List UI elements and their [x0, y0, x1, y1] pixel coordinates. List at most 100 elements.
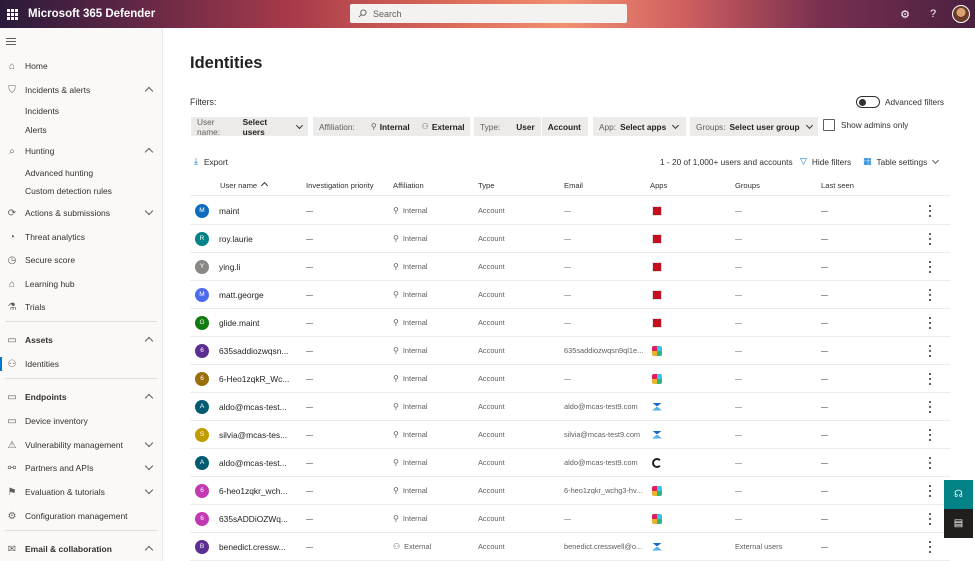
column-header-apps[interactable]: Apps [650, 181, 667, 190]
settings-button[interactable]: ⚙ [891, 0, 919, 28]
nav-section-endpoints[interactable]: ▭ Endpoints [0, 387, 162, 407]
username-link[interactable]: ying.li [219, 262, 240, 272]
table-row[interactable]: Rroy.laurie — ⚲ Internal Account — — — [190, 225, 950, 253]
hr-app-icon[interactable] [652, 542, 662, 552]
nav-configuration-management[interactable]: ⚙ Configuration management [0, 506, 162, 526]
account-button[interactable] [947, 0, 975, 28]
table-settings-button[interactable]: ▦ Table settings [863, 156, 940, 167]
table-row[interactable]: Bbenedict.cressw... — ⚇ External Account bene… [190, 533, 950, 561]
nav-identities[interactable]: ⚇ Identities [0, 354, 162, 374]
more-actions-button[interactable] [929, 485, 932, 497]
more-actions-button[interactable] [929, 317, 932, 329]
column-header-groups[interactable]: Groups [735, 181, 760, 190]
username-link[interactable]: roy.laurie [219, 234, 253, 244]
hr-app-icon[interactable] [652, 430, 662, 440]
hr-app-icon[interactable] [652, 402, 662, 412]
hide-filters-button[interactable]: ▽ Hide filters [800, 156, 851, 167]
username-link[interactable]: 635saddiozwqsn... [219, 346, 288, 356]
username-link[interactable]: aldo@mcas-test... [219, 458, 287, 468]
nav-partners-apis[interactable]: ⚯ Partners and APIs [0, 458, 162, 478]
nav-email-collaboration[interactable]: ✉ Email & collaboration [0, 539, 162, 559]
nav-section-assets[interactable]: ▭ Assets [0, 330, 162, 350]
table-row[interactable]: 6 635saddiozwqsn... — ⚲ Internal Account 635sa… [190, 337, 950, 365]
nav-device-inventory[interactable]: ▭ Device inventory [0, 411, 162, 431]
username-link[interactable]: maint [219, 206, 239, 216]
more-actions-button[interactable] [929, 289, 932, 301]
more-actions-button[interactable] [929, 205, 932, 217]
username-link[interactable]: matt.george [219, 290, 264, 300]
nav-learning-hub[interactable]: ⌂ Learning hub [0, 274, 162, 294]
column-header-investigation-priority[interactable]: Investigation priority [306, 181, 374, 190]
column-header-last-seen[interactable]: Last seen [821, 181, 854, 190]
username-link[interactable]: benedict.cressw... [219, 542, 286, 552]
nav-threat-analytics[interactable]: ◔ Threat analytics [0, 227, 162, 247]
username-link[interactable]: 6-heo1zqkr_wch... [219, 486, 287, 496]
more-actions-button[interactable] [929, 401, 932, 413]
app-red-icon[interactable] [652, 289, 662, 300]
column-header-username[interactable]: User name [220, 181, 267, 190]
more-actions-button[interactable] [929, 513, 932, 525]
username-link[interactable]: aldo@mcas-test... [219, 402, 287, 412]
slack-icon[interactable] [652, 373, 662, 384]
checkbox[interactable] [823, 119, 835, 131]
more-actions-button[interactable] [929, 373, 932, 385]
nav-custom-detection-rules[interactable]: Custom detection rules [0, 181, 162, 201]
table-row[interactable]: Mmatt.george — ⚲ Internal Account — — — [190, 281, 950, 309]
username-filter[interactable]: User name: Select users [191, 117, 308, 137]
nav-home[interactable]: ⌂ Home [0, 56, 162, 76]
nav-secure-score[interactable]: ◷ Secure score [0, 250, 162, 270]
nav-incidents-alerts[interactable]: ⛉ Incidents & alerts [0, 80, 162, 100]
nav-collapse-button[interactable] [0, 28, 162, 54]
app-red-icon[interactable] [652, 317, 662, 328]
username-link[interactable]: 6-Heo1zqkR_Wc... [219, 374, 289, 384]
nav-trials[interactable]: ⚗ Trials [0, 297, 162, 317]
export-button[interactable]: ⤓ Export [194, 156, 228, 167]
show-admins-checkbox[interactable]: Show admins only [823, 119, 908, 131]
nav-vulnerability-management[interactable]: ⚠ Vulnerability management [0, 435, 162, 455]
app-red-icon[interactable] [652, 233, 662, 244]
nav-incidents[interactable]: Incidents [0, 101, 162, 121]
nav-evaluation-tutorials[interactable]: ⚑ Evaluation & tutorials [0, 482, 162, 502]
app-red-icon[interactable] [652, 205, 662, 216]
app-filter[interactable]: App: Select apps [593, 117, 686, 136]
nav-advanced-hunting[interactable]: Advanced hunting [0, 163, 162, 183]
more-actions-button[interactable] [929, 261, 932, 273]
table-row[interactable]: Aaldo@mcas-test... — ⚲ Internal Account aldo@… [190, 449, 950, 477]
search-input[interactable]: Search [350, 4, 627, 23]
column-header-email[interactable]: Email [564, 181, 583, 190]
chat-button[interactable]: ▤ [944, 509, 973, 538]
nav-hunting[interactable]: ⌕ Hunting [0, 141, 162, 161]
groups-filter[interactable]: Groups: Select user group [690, 117, 818, 136]
table-row[interactable]: Yying.li — ⚲ Internal Account — — — [190, 253, 950, 281]
table-row[interactable]: 6 6-Heo1zqkR_Wc... — ⚲ Internal Account — — — [190, 365, 950, 393]
app-red-icon[interactable] [652, 261, 662, 272]
nav-alerts[interactable]: Alerts [0, 120, 162, 140]
more-actions-button[interactable] [929, 233, 932, 245]
slack-icon[interactable] [652, 485, 662, 496]
username-link[interactable]: 635sADDiOZWq... [219, 514, 288, 524]
more-actions-button[interactable] [929, 345, 932, 357]
more-actions-button[interactable] [929, 457, 932, 469]
column-header-affiliation[interactable]: Affiliation [393, 181, 424, 190]
slack-icon[interactable] [652, 345, 662, 356]
advanced-filters-toggle[interactable] [856, 96, 880, 108]
table-row[interactable]: 6 635sADDiOZWq... — ⚲ Internal Account — — — [190, 505, 950, 533]
column-header-type[interactable]: Type [478, 181, 494, 190]
table-row[interactable]: Ssilvia@mcas-tes... — ⚲ Internal Account silv… [190, 421, 950, 449]
more-actions-button[interactable] [929, 541, 932, 553]
affiliation-external-option[interactable]: ⚇ External [416, 117, 471, 136]
help-button[interactable]: ? [919, 0, 947, 28]
username-link[interactable]: silvia@mcas-tes... [219, 430, 287, 440]
nav-actions-submissions[interactable]: ⟳ Actions & submissions [0, 203, 162, 223]
table-row[interactable]: Mmaint — ⚲ Internal Account — — — [190, 197, 950, 225]
type-user-option[interactable]: User [510, 117, 540, 136]
feedback-button[interactable]: ☊ [944, 480, 973, 509]
type-account-option[interactable]: Account [540, 117, 587, 136]
table-row[interactable]: Gglide.maint — ⚲ Internal Account — — — [190, 309, 950, 337]
app-launcher-button[interactable] [2, 0, 22, 28]
table-row[interactable]: 6 6-heo1zqkr_wch... — ⚲ Internal Account 6-heo… [190, 477, 950, 505]
username-link[interactable]: glide.maint [219, 318, 260, 328]
dark-app-icon[interactable] [652, 457, 662, 468]
more-actions-button[interactable] [929, 429, 932, 441]
table-row[interactable]: Aaldo@mcas-test... — ⚲ Internal Account aldo@… [190, 393, 950, 421]
